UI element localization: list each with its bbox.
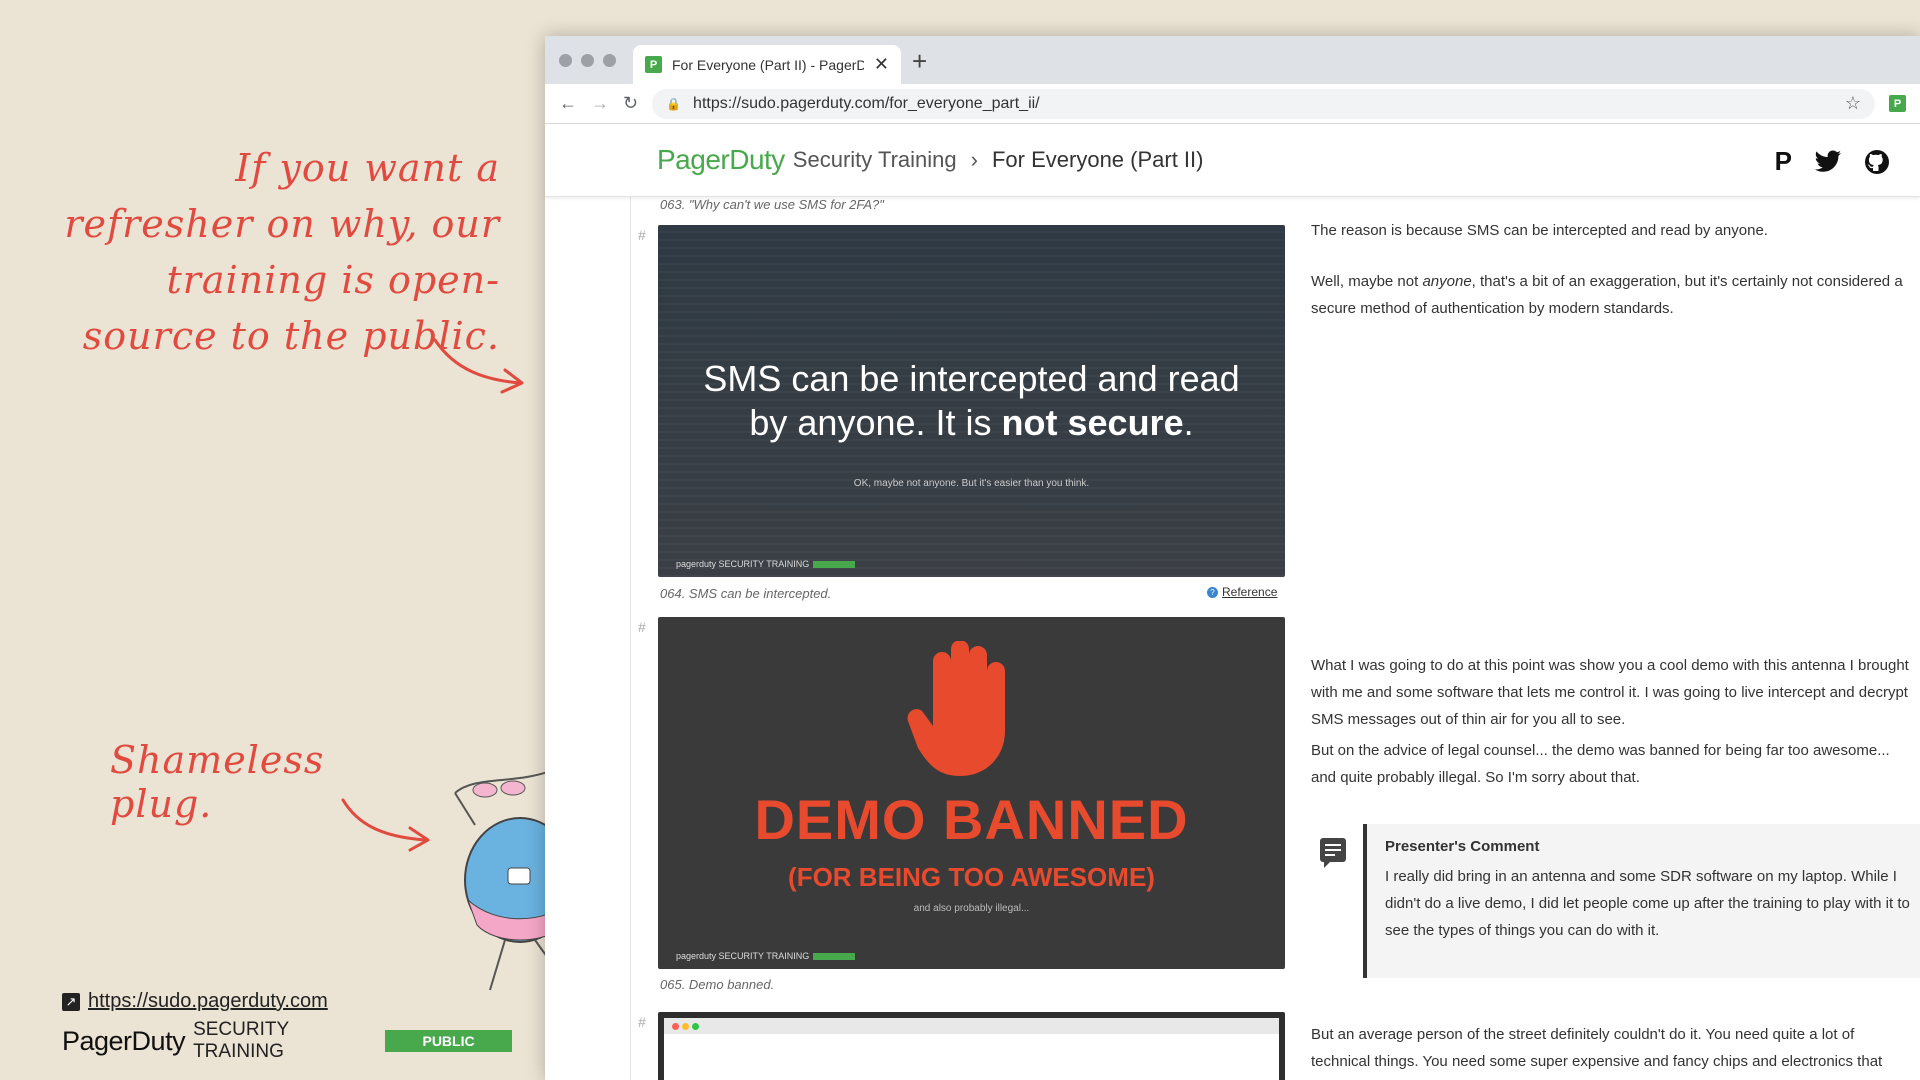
- tab-title: For Everyone (Part II) - PagerD: [672, 56, 864, 73]
- address-bar: ← → ↻ 🔒 https://sudo.pagerduty.com/for_e…: [545, 84, 1920, 124]
- external-link-icon: ↗: [62, 992, 80, 1011]
- page-content: 063. "Why can't we use SMS for 2FA?" # S…: [545, 197, 1920, 1080]
- slide-brand: pagerduty SECURITY TRAINING: [676, 559, 856, 569]
- slide-caption: 065. Demo banned.: [660, 977, 775, 992]
- reference-link[interactable]: ? Reference: [1207, 585, 1277, 599]
- window-maximize-dot[interactable]: [603, 54, 616, 67]
- window-minimize-dot[interactable]: [581, 54, 594, 67]
- question-icon: ?: [1207, 586, 1218, 598]
- banned-title: DEMO BANNED: [754, 788, 1189, 851]
- slide-headline: SMS can be intercepted and read by anyon…: [703, 358, 1240, 443]
- footer-training: SECURITY TRAINING: [193, 1019, 289, 1062]
- slide-image: SMS can be intercepted and read by anyon…: [658, 225, 1285, 577]
- slide-brand: pagerduty SECURITY TRAINING: [676, 951, 856, 961]
- slide-caption: 064. SMS can be intercepted.: [660, 586, 832, 601]
- forward-icon[interactable]: →: [591, 93, 609, 114]
- new-tab-icon[interactable]: +: [912, 46, 927, 77]
- anchor-link[interactable]: #: [638, 1014, 646, 1030]
- stop-hand-icon: [907, 641, 1005, 776]
- gutter-line: [630, 197, 631, 1080]
- training-link[interactable]: ↗ https://sudo.pagerduty.com: [62, 990, 512, 1013]
- twitter-icon[interactable]: [1814, 150, 1842, 174]
- back-icon[interactable]: ←: [559, 93, 577, 114]
- site-logo[interactable]: PagerDuty: [657, 144, 785, 176]
- bookmark-star-icon[interactable]: ☆: [1845, 93, 1861, 114]
- comment-heading: Presenter's Comment: [1385, 838, 1540, 855]
- comment-body: I really did bring in an antenna and som…: [1385, 868, 1910, 939]
- public-badge: PUBLIC: [385, 1030, 512, 1052]
- breadcrumb-separator: ›: [970, 147, 978, 172]
- paragraph: The reason is because SMS can be interce…: [1311, 222, 1768, 239]
- arrow-icon: [433, 338, 524, 394]
- favicon-icon: P: [645, 56, 662, 73]
- browser-tab[interactable]: P For Everyone (Part II) - PagerD ✕: [633, 45, 901, 84]
- paragraph: What I was going to do at this point was…: [1311, 657, 1909, 728]
- presenter-comment: Presenter's Comment I really did bring i…: [1363, 824, 1920, 978]
- url-field[interactable]: 🔒 https://sudo.pagerduty.com/for_everyon…: [652, 88, 1875, 119]
- paragraph: But on the advice of legal counsel... th…: [1311, 742, 1890, 786]
- site-header: PagerDuty Security Training › For Everyo…: [545, 124, 1920, 197]
- slide-subtext: OK, maybe not anyone. But it's easier th…: [853, 478, 1090, 489]
- breadcrumb-section[interactable]: Security Training: [793, 147, 957, 173]
- anchor-link[interactable]: #: [638, 619, 646, 635]
- reload-icon[interactable]: ↻: [623, 93, 638, 114]
- lock-icon: 🔒: [666, 96, 682, 111]
- footer-brand: PagerDuty: [62, 1025, 186, 1056]
- tab-bar: P For Everyone (Part II) - PagerD ✕ +: [545, 36, 1920, 84]
- close-tab-icon[interactable]: ✕: [874, 54, 889, 75]
- slide-image: [658, 1012, 1285, 1080]
- comment-icon: [1320, 838, 1346, 868]
- page-title: For Everyone (Part II): [991, 147, 1204, 172]
- slide-image: DEMO BANNED (FOR BEING TOO AWESOME) and …: [658, 617, 1285, 969]
- window-close-dot[interactable]: [559, 54, 572, 67]
- slide-caption: 063. "Why can't we use SMS for 2FA?": [660, 197, 884, 212]
- banned-subtitle: (FOR BEING TOO AWESOME): [788, 862, 1155, 892]
- paragraph: Well, maybe not anyone, that's a bit of …: [1311, 273, 1903, 317]
- extension-icon[interactable]: P: [1889, 95, 1906, 112]
- banned-small: and also probably illegal...: [913, 903, 1030, 914]
- pagerduty-icon[interactable]: P: [1775, 146, 1792, 177]
- anchor-link[interactable]: #: [638, 227, 646, 243]
- footer: ↗ https://sudo.pagerduty.com PagerDuty S…: [62, 990, 512, 1063]
- url-text: https://sudo.pagerduty.com/for_everyone_…: [693, 94, 1040, 112]
- github-icon[interactable]: [1864, 149, 1890, 175]
- browser-window: P For Everyone (Part II) - PagerD ✕ + ← …: [545, 36, 1920, 1080]
- arrow-icon: [341, 798, 430, 852]
- paragraph: But an average person of the street defi…: [1311, 1026, 1883, 1070]
